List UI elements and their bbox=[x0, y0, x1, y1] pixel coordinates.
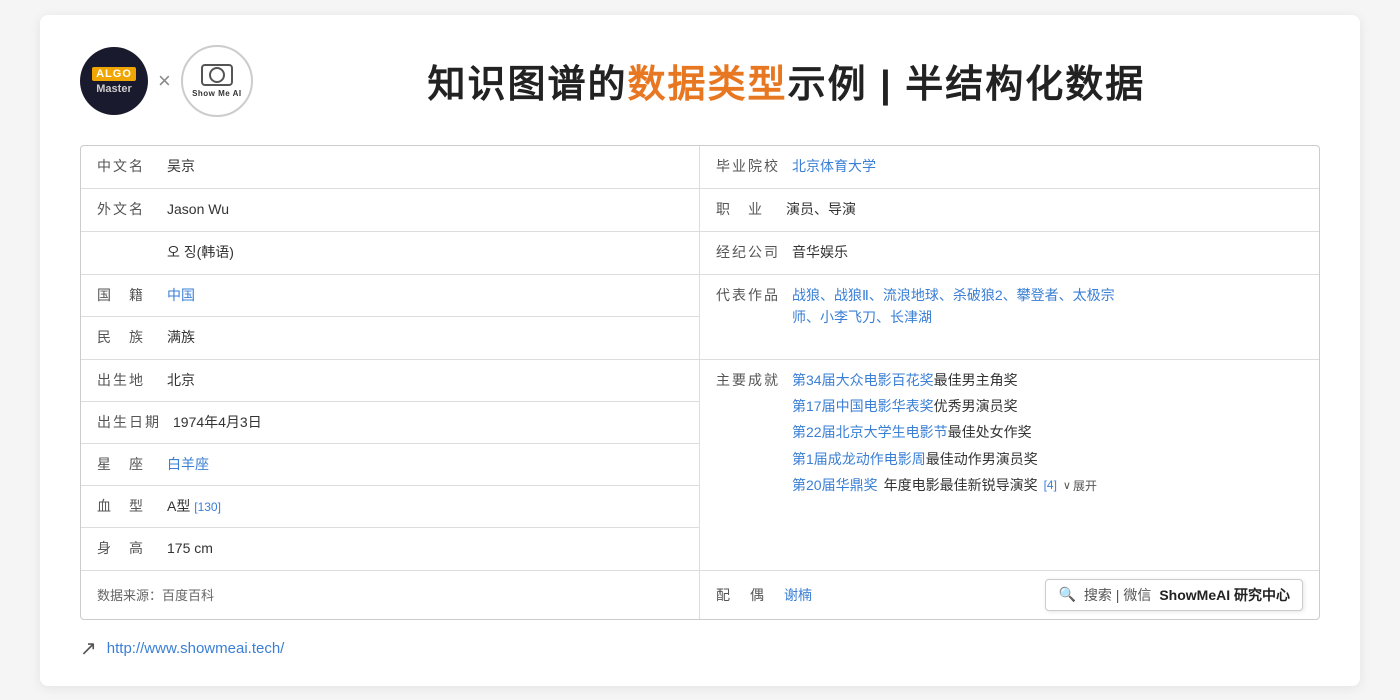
cell-biye: 毕业院校 北京体育大学 bbox=[700, 146, 1319, 188]
value-korean: 오 징(韩语) bbox=[167, 241, 683, 263]
expand-button[interactable]: ∨ 展开 bbox=[1063, 477, 1097, 494]
title-area: 知识图谱的数据类型示例 | 半结构化数据 bbox=[253, 53, 1320, 108]
footer: ↗ http://www.showmeai.tech/ bbox=[80, 636, 1320, 661]
main-title: 知识图谱的数据类型示例 | 半结构化数据 bbox=[253, 53, 1320, 108]
search-box[interactable]: 🔍 搜索 | 微信 ShowMeAI 研究中心 bbox=[1045, 579, 1303, 611]
cell-waiwenming: 外文名 Jason Wu bbox=[81, 189, 700, 231]
value-daibiao: 战狼、战狼Ⅱ、流浪地球、杀破狼2、攀登者、太极宗师、小李飞刀、长津湖 bbox=[792, 284, 1303, 329]
main-container: ALGO Master × Show Me AI 知识图谱的数据类型示例 | 半… bbox=[40, 15, 1360, 686]
showme-icon bbox=[201, 64, 233, 86]
cell-chushengriqi: 出生日期 1974年4月3日 bbox=[81, 402, 699, 444]
chengjiu-l2-link: 第17届中国电影华表奖 bbox=[792, 398, 934, 414]
info-table: 中文名 吴京 毕业院校 北京体育大学 外文名 Jason Wu 职 业 演员、导… bbox=[80, 145, 1320, 620]
cell-zhiye: 职 业 演员、导演 bbox=[700, 189, 1319, 231]
showme-text: Show Me AI bbox=[192, 89, 242, 98]
chengjiu-l1-normal: 最佳男主角奖 bbox=[934, 372, 1018, 388]
source-label: 数据来源：百度百科 bbox=[97, 585, 214, 604]
search-brand: ShowMeAI 研究中心 bbox=[1159, 585, 1290, 605]
label-daibiao: 代表作品 bbox=[716, 284, 792, 306]
chengjiu-l2-normal: 优秀男演员奖 bbox=[934, 398, 1018, 414]
value-biye: 北京体育大学 bbox=[792, 155, 1303, 177]
header: ALGO Master × Show Me AI 知识图谱的数据类型示例 | 半… bbox=[80, 45, 1320, 117]
label-minzu: 民 族 bbox=[97, 326, 167, 348]
table-row: 오 징(韩语) 经纪公司 音华娱乐 bbox=[81, 232, 1319, 275]
value-xingzuo: 白羊座 bbox=[167, 453, 683, 475]
table-row: 外文名 Jason Wu 职 业 演员、导演 bbox=[81, 189, 1319, 232]
table-row: 中文名 吴京 毕业院校 北京体育大学 bbox=[81, 146, 1319, 189]
chevron-icon: ∨ bbox=[1063, 479, 1071, 492]
expand-label: 展开 bbox=[1073, 477, 1097, 494]
table-row: 国 籍 中国 民 族 满族 代表作品 战狼、战狼Ⅱ、流浪地球、杀破狼2、攀登者、… bbox=[81, 275, 1319, 360]
value-chushengle: 北京 bbox=[167, 369, 683, 391]
showmeai-logo: Show Me AI bbox=[181, 45, 253, 117]
algo-master-logo: ALGO Master bbox=[80, 47, 148, 115]
label-guoji: 国 籍 bbox=[97, 284, 167, 306]
chengjiu-header: 主要成就 第34届大众电影百花奖最佳男主角奖 第17届中国电影华表奖优秀男演员奖… bbox=[716, 369, 1097, 497]
cell-zhongwen: 中文名 吴京 bbox=[81, 146, 700, 188]
label-zhiye: 职 业 bbox=[716, 198, 786, 220]
value-zhiye: 演员、导演 bbox=[786, 198, 1303, 220]
label-biye: 毕业院校 bbox=[716, 155, 792, 177]
chengjiu-l4-normal: 最佳动作男演员奖 bbox=[926, 451, 1038, 467]
cell-xingzuo: 星 座 白羊座 bbox=[81, 444, 699, 486]
cell-chengjiu: 主要成就 第34届大众电影百花奖最佳男主角奖 第17届中国电影华表奖优秀男演员奖… bbox=[700, 360, 1319, 570]
value-chushengriqi: 1974年4月3日 bbox=[173, 411, 683, 433]
partner-cell: 配 偶 谢楠 🔍 搜索 | 微信 ShowMeAI 研究中心 bbox=[700, 571, 1319, 619]
cell-guoji: 国 籍 中国 bbox=[81, 275, 699, 317]
chengjiu-l1-link: 第34届大众电影百花奖 bbox=[792, 372, 934, 388]
value-minzu: 满族 bbox=[167, 326, 683, 348]
label-xingzuo: 星 座 bbox=[97, 453, 167, 475]
value-guoji: 中国 bbox=[167, 284, 683, 306]
partner-label: 配 偶 bbox=[716, 585, 776, 605]
algo-bottom-label: Master bbox=[96, 83, 131, 95]
chengjiu-l3-normal: 最佳处女作奖 bbox=[948, 424, 1032, 440]
cursor-icon: ↗ bbox=[80, 636, 97, 661]
search-text: 搜索 | 微信 bbox=[1084, 585, 1151, 605]
chengjiu-line1: 第34届大众电影百花奖最佳男主角奖 bbox=[792, 369, 1097, 391]
cell-xuexing: 血 型 A型 [130] bbox=[81, 486, 699, 528]
cell-korean: 오 징(韩语) bbox=[81, 232, 700, 274]
footer-url: http://www.showmeai.tech/ bbox=[107, 640, 285, 657]
label-chushengriqi: 出生日期 bbox=[97, 411, 173, 433]
chengjiu-line2: 第17届中国电影华表奖优秀男演员奖 bbox=[792, 395, 1097, 417]
chengjiu-l5-normal: 年度电影最佳新锐导演奖 bbox=[884, 474, 1038, 496]
bottom-row: 数据来源：百度百科 配 偶 谢楠 🔍 搜索 | 微信 ShowMeAI 研究中心 bbox=[81, 571, 1319, 619]
chengjiu-l5-ref: [4] bbox=[1044, 478, 1057, 492]
label-xuexing: 血 型 bbox=[97, 495, 167, 517]
value-jingji: 音华娱乐 bbox=[792, 241, 1303, 263]
chengjiu-l3-link: 第22届北京大学生电影节 bbox=[792, 424, 948, 440]
cell-jingji: 经纪公司 音华娱乐 bbox=[700, 232, 1319, 274]
chengjiu-l5-link: 第20届华鼎奖 bbox=[792, 475, 878, 495]
partner-value: 谢楠 bbox=[784, 585, 812, 605]
chengjiu-line3: 第22届北京大学生电影节最佳处女作奖 bbox=[792, 421, 1097, 443]
x-divider: × bbox=[158, 68, 171, 94]
search-icon: 🔍 bbox=[1058, 586, 1075, 603]
chengjiu-list: 第34届大众电影百花奖最佳男主角奖 第17届中国电影华表奖优秀男演员奖 第22届… bbox=[792, 369, 1097, 497]
logo-area: ALGO Master × Show Me AI bbox=[80, 45, 253, 117]
chengjiu-line4: 第1届成龙动作电影周最佳动作男演员奖 bbox=[792, 448, 1097, 470]
title-prefix: 知识图谱的 bbox=[428, 64, 628, 106]
cell-chushengle: 出生地 北京 bbox=[81, 360, 699, 402]
value-waiwenming: Jason Wu bbox=[167, 198, 683, 220]
table-row: 出生地 北京 出生日期 1974年4月3日 星 座 白羊座 血 型 A型 [13… bbox=[81, 360, 1319, 571]
title-suffix: 示例 | 半结构化数据 bbox=[788, 64, 1146, 106]
title-highlight: 数据类型 bbox=[628, 64, 788, 106]
label-jingji: 经纪公司 bbox=[716, 241, 792, 263]
value-zhongwen: 吴京 bbox=[167, 155, 683, 177]
ref-xuexing: [130] bbox=[194, 500, 221, 514]
label-zhongwen: 中文名 bbox=[97, 155, 167, 177]
label-shengao: 身 高 bbox=[97, 537, 167, 559]
chengjiu-line5: 第20届华鼎奖年度电影最佳新锐导演奖 [4] ∨ 展开 bbox=[792, 474, 1097, 496]
cell-shengao: 身 高 175 cm bbox=[81, 528, 699, 570]
label-waiwenming: 外文名 bbox=[97, 198, 167, 220]
value-xuexing: A型 [130] bbox=[167, 495, 683, 517]
cell-daibiao: 代表作品 战狼、战狼Ⅱ、流浪地球、杀破狼2、攀登者、太极宗师、小李飞刀、长津湖 bbox=[700, 275, 1319, 359]
algo-top-label: ALGO bbox=[92, 67, 136, 81]
label-chushengle: 出生地 bbox=[97, 369, 167, 391]
chengjiu-l4-link: 第1届成龙动作电影周 bbox=[792, 451, 926, 467]
value-shengao: 175 cm bbox=[167, 537, 683, 559]
source-text: 数据来源：百度百科 bbox=[81, 571, 700, 619]
label-chengjiu: 主要成就 bbox=[716, 369, 792, 497]
cell-minzu: 民 族 满族 bbox=[81, 317, 699, 359]
